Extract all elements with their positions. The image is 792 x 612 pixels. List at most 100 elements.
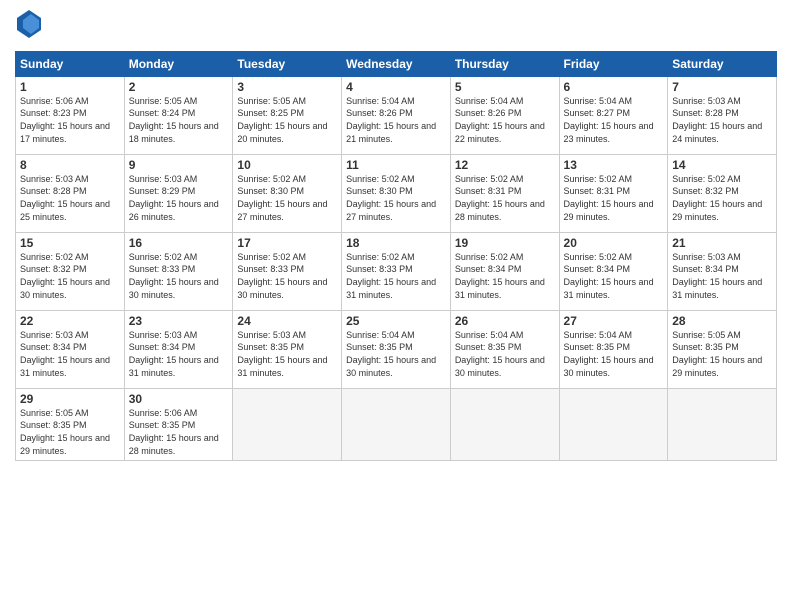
day-info: Sunrise: 5:02 AMSunset: 8:30 PMDaylight:… [237, 173, 337, 223]
day-info: Sunrise: 5:03 AMSunset: 8:28 PMDaylight:… [20, 173, 120, 223]
logo [15, 10, 41, 43]
day-info: Sunrise: 5:03 AMSunset: 8:34 PMDaylight:… [129, 329, 229, 379]
weekday-header-row: SundayMondayTuesdayWednesdayThursdayFrid… [16, 51, 777, 76]
logo-icon [17, 10, 41, 38]
calendar-day-cell [233, 388, 342, 460]
calendar-day-cell: 12 Sunrise: 5:02 AMSunset: 8:31 PMDaylig… [450, 154, 559, 232]
calendar-day-cell: 8 Sunrise: 5:03 AMSunset: 8:28 PMDayligh… [16, 154, 125, 232]
day-info: Sunrise: 5:03 AMSunset: 8:35 PMDaylight:… [237, 329, 337, 379]
calendar-day-cell: 6 Sunrise: 5:04 AMSunset: 8:27 PMDayligh… [559, 76, 668, 154]
weekday-header: Tuesday [233, 51, 342, 76]
day-info: Sunrise: 5:05 AMSunset: 8:24 PMDaylight:… [129, 95, 229, 145]
day-number: 15 [20, 236, 120, 250]
day-info: Sunrise: 5:02 AMSunset: 8:33 PMDaylight:… [129, 251, 229, 301]
calendar-day-cell: 7 Sunrise: 5:03 AMSunset: 8:28 PMDayligh… [668, 76, 777, 154]
calendar-day-cell [450, 388, 559, 460]
calendar-week-row: 29 Sunrise: 5:05 AMSunset: 8:35 PMDaylig… [16, 388, 777, 460]
day-number: 21 [672, 236, 772, 250]
day-number: 3 [237, 80, 337, 94]
weekday-header: Monday [124, 51, 233, 76]
calendar-day-cell: 21 Sunrise: 5:03 AMSunset: 8:34 PMDaylig… [668, 232, 777, 310]
day-info: Sunrise: 5:05 AMSunset: 8:25 PMDaylight:… [237, 95, 337, 145]
day-number: 9 [129, 158, 229, 172]
day-number: 2 [129, 80, 229, 94]
page-container: SundayMondayTuesdayWednesdayThursdayFrid… [0, 0, 792, 471]
day-number: 17 [237, 236, 337, 250]
day-info: Sunrise: 5:02 AMSunset: 8:32 PMDaylight:… [20, 251, 120, 301]
day-number: 24 [237, 314, 337, 328]
calendar-day-cell: 29 Sunrise: 5:05 AMSunset: 8:35 PMDaylig… [16, 388, 125, 460]
calendar-day-cell: 17 Sunrise: 5:02 AMSunset: 8:33 PMDaylig… [233, 232, 342, 310]
day-number: 8 [20, 158, 120, 172]
day-number: 19 [455, 236, 555, 250]
calendar-day-cell: 13 Sunrise: 5:02 AMSunset: 8:31 PMDaylig… [559, 154, 668, 232]
calendar-day-cell: 28 Sunrise: 5:05 AMSunset: 8:35 PMDaylig… [668, 310, 777, 388]
calendar-day-cell: 18 Sunrise: 5:02 AMSunset: 8:33 PMDaylig… [342, 232, 451, 310]
day-info: Sunrise: 5:03 AMSunset: 8:29 PMDaylight:… [129, 173, 229, 223]
day-info: Sunrise: 5:04 AMSunset: 8:26 PMDaylight:… [346, 95, 446, 145]
calendar-day-cell: 3 Sunrise: 5:05 AMSunset: 8:25 PMDayligh… [233, 76, 342, 154]
day-info: Sunrise: 5:04 AMSunset: 8:35 PMDaylight:… [346, 329, 446, 379]
calendar-week-row: 15 Sunrise: 5:02 AMSunset: 8:32 PMDaylig… [16, 232, 777, 310]
header [15, 10, 777, 43]
day-info: Sunrise: 5:02 AMSunset: 8:33 PMDaylight:… [237, 251, 337, 301]
day-info: Sunrise: 5:02 AMSunset: 8:32 PMDaylight:… [672, 173, 772, 223]
day-info: Sunrise: 5:06 AMSunset: 8:35 PMDaylight:… [129, 407, 229, 457]
calendar-day-cell: 2 Sunrise: 5:05 AMSunset: 8:24 PMDayligh… [124, 76, 233, 154]
day-number: 14 [672, 158, 772, 172]
day-info: Sunrise: 5:04 AMSunset: 8:26 PMDaylight:… [455, 95, 555, 145]
day-number: 13 [564, 158, 664, 172]
calendar-day-cell: 10 Sunrise: 5:02 AMSunset: 8:30 PMDaylig… [233, 154, 342, 232]
day-number: 25 [346, 314, 446, 328]
calendar-day-cell: 20 Sunrise: 5:02 AMSunset: 8:34 PMDaylig… [559, 232, 668, 310]
calendar-day-cell: 1 Sunrise: 5:06 AMSunset: 8:23 PMDayligh… [16, 76, 125, 154]
day-number: 1 [20, 80, 120, 94]
calendar-day-cell [559, 388, 668, 460]
weekday-header: Wednesday [342, 51, 451, 76]
calendar-week-row: 22 Sunrise: 5:03 AMSunset: 8:34 PMDaylig… [16, 310, 777, 388]
calendar-day-cell: 25 Sunrise: 5:04 AMSunset: 8:35 PMDaylig… [342, 310, 451, 388]
day-info: Sunrise: 5:05 AMSunset: 8:35 PMDaylight:… [20, 407, 120, 457]
day-info: Sunrise: 5:02 AMSunset: 8:31 PMDaylight:… [564, 173, 664, 223]
day-info: Sunrise: 5:02 AMSunset: 8:34 PMDaylight:… [455, 251, 555, 301]
calendar-day-cell: 14 Sunrise: 5:02 AMSunset: 8:32 PMDaylig… [668, 154, 777, 232]
day-info: Sunrise: 5:06 AMSunset: 8:23 PMDaylight:… [20, 95, 120, 145]
calendar-day-cell: 9 Sunrise: 5:03 AMSunset: 8:29 PMDayligh… [124, 154, 233, 232]
day-number: 6 [564, 80, 664, 94]
day-number: 7 [672, 80, 772, 94]
weekday-header: Friday [559, 51, 668, 76]
calendar-day-cell: 15 Sunrise: 5:02 AMSunset: 8:32 PMDaylig… [16, 232, 125, 310]
calendar-day-cell: 11 Sunrise: 5:02 AMSunset: 8:30 PMDaylig… [342, 154, 451, 232]
day-number: 22 [20, 314, 120, 328]
day-number: 20 [564, 236, 664, 250]
day-info: Sunrise: 5:03 AMSunset: 8:34 PMDaylight:… [20, 329, 120, 379]
calendar-day-cell: 30 Sunrise: 5:06 AMSunset: 8:35 PMDaylig… [124, 388, 233, 460]
calendar-day-cell: 22 Sunrise: 5:03 AMSunset: 8:34 PMDaylig… [16, 310, 125, 388]
day-info: Sunrise: 5:02 AMSunset: 8:31 PMDaylight:… [455, 173, 555, 223]
calendar-day-cell [342, 388, 451, 460]
day-info: Sunrise: 5:04 AMSunset: 8:27 PMDaylight:… [564, 95, 664, 145]
calendar-day-cell: 26 Sunrise: 5:04 AMSunset: 8:35 PMDaylig… [450, 310, 559, 388]
calendar-day-cell: 5 Sunrise: 5:04 AMSunset: 8:26 PMDayligh… [450, 76, 559, 154]
day-info: Sunrise: 5:02 AMSunset: 8:33 PMDaylight:… [346, 251, 446, 301]
day-number: 29 [20, 392, 120, 406]
day-number: 27 [564, 314, 664, 328]
day-number: 12 [455, 158, 555, 172]
calendar-table: SundayMondayTuesdayWednesdayThursdayFrid… [15, 51, 777, 461]
day-number: 16 [129, 236, 229, 250]
calendar-day-cell: 24 Sunrise: 5:03 AMSunset: 8:35 PMDaylig… [233, 310, 342, 388]
day-number: 4 [346, 80, 446, 94]
calendar-day-cell: 19 Sunrise: 5:02 AMSunset: 8:34 PMDaylig… [450, 232, 559, 310]
weekday-header: Thursday [450, 51, 559, 76]
day-number: 30 [129, 392, 229, 406]
day-info: Sunrise: 5:03 AMSunset: 8:34 PMDaylight:… [672, 251, 772, 301]
day-info: Sunrise: 5:03 AMSunset: 8:28 PMDaylight:… [672, 95, 772, 145]
calendar-day-cell [668, 388, 777, 460]
calendar-week-row: 8 Sunrise: 5:03 AMSunset: 8:28 PMDayligh… [16, 154, 777, 232]
day-info: Sunrise: 5:04 AMSunset: 8:35 PMDaylight:… [455, 329, 555, 379]
day-number: 23 [129, 314, 229, 328]
calendar-day-cell: 27 Sunrise: 5:04 AMSunset: 8:35 PMDaylig… [559, 310, 668, 388]
day-info: Sunrise: 5:04 AMSunset: 8:35 PMDaylight:… [564, 329, 664, 379]
calendar-day-cell: 4 Sunrise: 5:04 AMSunset: 8:26 PMDayligh… [342, 76, 451, 154]
day-number: 10 [237, 158, 337, 172]
